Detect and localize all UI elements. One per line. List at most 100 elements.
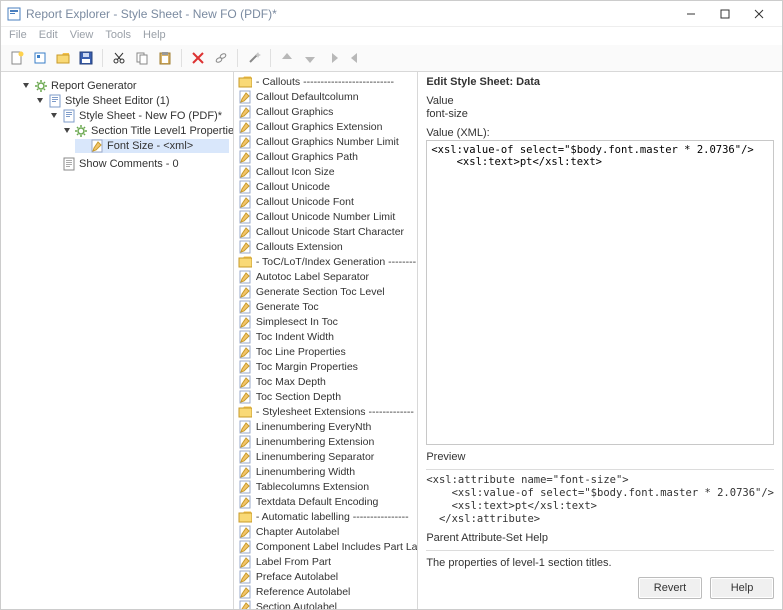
list-item[interactable]: Callout Graphics Path — [234, 149, 418, 164]
tree-section-title[interactable]: Section Title Level1 Properties — [61, 124, 229, 138]
list-item[interactable]: Generate Toc — [234, 299, 418, 314]
list-item[interactable]: Linenumbering Separator — [234, 449, 418, 464]
menu-view[interactable]: View — [70, 29, 94, 41]
move-left-button[interactable] — [346, 48, 366, 68]
list-item[interactable]: Callout Unicode Font — [234, 194, 418, 209]
chevron-down-icon[interactable] — [35, 96, 45, 106]
menu-file[interactable]: File — [9, 29, 27, 41]
copy-button[interactable] — [132, 48, 152, 68]
property-icon — [238, 420, 252, 434]
maximize-button[interactable] — [708, 3, 742, 25]
list-item[interactable]: Reference Autolabel — [234, 584, 418, 599]
tree-root[interactable]: Report Generator — [19, 79, 229, 93]
menu-tools[interactable]: Tools — [105, 29, 131, 41]
help-button[interactable]: Help — [710, 577, 774, 599]
list-item[interactable]: Preface Autolabel — [234, 569, 418, 584]
list-item[interactable]: Textdata Default Encoding — [234, 494, 418, 509]
list-item[interactable]: Callout Defaultcolumn — [234, 89, 418, 104]
list-item[interactable]: Callout Unicode Number Limit — [234, 209, 418, 224]
property-list-panel[interactable]: - Callouts --------------------------Cal… — [234, 72, 419, 609]
preview-text: <xsl:attribute name="font-size"> <xsl:va… — [426, 474, 774, 527]
move-right-button[interactable] — [323, 48, 343, 68]
property-icon — [238, 570, 252, 584]
list-item[interactable]: Tablecolumns Extension — [234, 479, 418, 494]
list-item[interactable]: Generate Section Toc Level — [234, 284, 418, 299]
list-item[interactable]: Callout Graphics Extension — [234, 119, 418, 134]
tree-style-sheet[interactable]: Style Sheet - New FO (PDF)* — [47, 109, 229, 123]
titlebar: Report Explorer - Style Sheet - New FO (… — [1, 1, 782, 27]
move-down-button[interactable] — [300, 48, 320, 68]
list-item[interactable]: Linenumbering Width — [234, 464, 418, 479]
list-item-label: - Stylesheet Extensions ------------- — [256, 406, 414, 418]
menu-help[interactable]: Help — [143, 29, 166, 41]
list-item[interactable]: Section Autolabel — [234, 599, 418, 609]
list-item[interactable]: Toc Indent Width — [234, 329, 418, 344]
link-button[interactable] — [211, 48, 231, 68]
property-icon — [238, 315, 252, 329]
chevron-down-icon[interactable] — [21, 81, 31, 91]
property-icon — [238, 390, 252, 404]
list-item[interactable]: - Stylesheet Extensions ------------- — [234, 404, 418, 419]
list-item-label: Callout Unicode Start Character — [256, 226, 404, 238]
list-item-label: Section Autolabel — [256, 601, 337, 610]
property-icon — [238, 300, 252, 314]
property-icon — [238, 525, 252, 539]
tree-show-comments[interactable]: Show Comments - 0 — [47, 157, 229, 171]
list-item-label: Tablecolumns Extension — [256, 481, 369, 493]
list-item[interactable]: Callout Unicode — [234, 179, 418, 194]
revert-button[interactable]: Revert — [638, 577, 702, 599]
divider — [426, 469, 774, 470]
list-item[interactable]: Callout Icon Size — [234, 164, 418, 179]
list-item[interactable]: Component Label Includes Part Label — [234, 539, 418, 554]
paste-button[interactable] — [155, 48, 175, 68]
list-item[interactable]: Chapter Autolabel — [234, 524, 418, 539]
close-button[interactable] — [742, 3, 776, 25]
menu-edit[interactable]: Edit — [39, 29, 58, 41]
property-icon — [238, 330, 252, 344]
list-item[interactable]: Label From Part — [234, 554, 418, 569]
list-item[interactable]: - ToC/LoT/Index Generation -------- — [234, 254, 418, 269]
list-item[interactable]: Linenumbering EveryNth — [234, 419, 418, 434]
template-button[interactable] — [30, 48, 50, 68]
value-text: font-size — [426, 108, 774, 120]
list-item[interactable]: Simplesect In Toc — [234, 314, 418, 329]
wand-button[interactable] — [244, 48, 264, 68]
menubar: File Edit View Tools Help — [1, 27, 782, 45]
move-up-button[interactable] — [277, 48, 297, 68]
separator — [181, 49, 182, 67]
property-icon — [238, 345, 252, 359]
cut-button[interactable] — [109, 48, 129, 68]
list-item[interactable]: Callout Unicode Start Character — [234, 224, 418, 239]
valuexml-label: Value (XML): — [426, 127, 774, 139]
new-button[interactable] — [7, 48, 27, 68]
tree-font-size[interactable]: Font Size - <xml> — [75, 139, 229, 153]
list-item[interactable]: Toc Max Depth — [234, 374, 418, 389]
list-item[interactable]: Callout Graphics Number Limit — [234, 134, 418, 149]
divider — [426, 550, 774, 551]
list-item-label: Toc Max Depth — [256, 376, 326, 388]
property-icon — [238, 210, 252, 224]
list-item[interactable]: - Callouts -------------------------- — [234, 74, 418, 89]
list-item[interactable]: Toc Margin Properties — [234, 359, 418, 374]
list-item[interactable]: Callouts Extension — [234, 239, 418, 254]
help-text: The properties of level-1 section titles… — [426, 557, 774, 569]
window-title: Report Explorer - Style Sheet - New FO (… — [26, 7, 674, 21]
save-button[interactable] — [76, 48, 96, 68]
list-item[interactable]: Toc Section Depth — [234, 389, 418, 404]
open-button[interactable] — [53, 48, 73, 68]
minimize-button[interactable] — [674, 3, 708, 25]
list-item[interactable]: Toc Line Properties — [234, 344, 418, 359]
chevron-down-icon[interactable] — [63, 126, 71, 136]
list-item-label: Callout Graphics — [256, 106, 334, 118]
property-icon — [238, 435, 252, 449]
list-item[interactable]: - Automatic labelling ---------------- — [234, 509, 418, 524]
chevron-down-icon[interactable] — [49, 111, 59, 121]
list-item[interactable]: Autotoc Label Separator — [234, 269, 418, 284]
valuexml-textarea[interactable] — [426, 140, 774, 445]
list-item[interactable]: Callout Graphics — [234, 104, 418, 119]
property-icon — [238, 270, 252, 284]
delete-button[interactable] — [188, 48, 208, 68]
list-item[interactable]: Linenumbering Extension — [234, 434, 418, 449]
tree-panel[interactable]: Report Generator Style Sheet Editor (1) — [1, 72, 234, 609]
tree-style-sheet-editor[interactable]: Style Sheet Editor (1) — [33, 94, 229, 108]
